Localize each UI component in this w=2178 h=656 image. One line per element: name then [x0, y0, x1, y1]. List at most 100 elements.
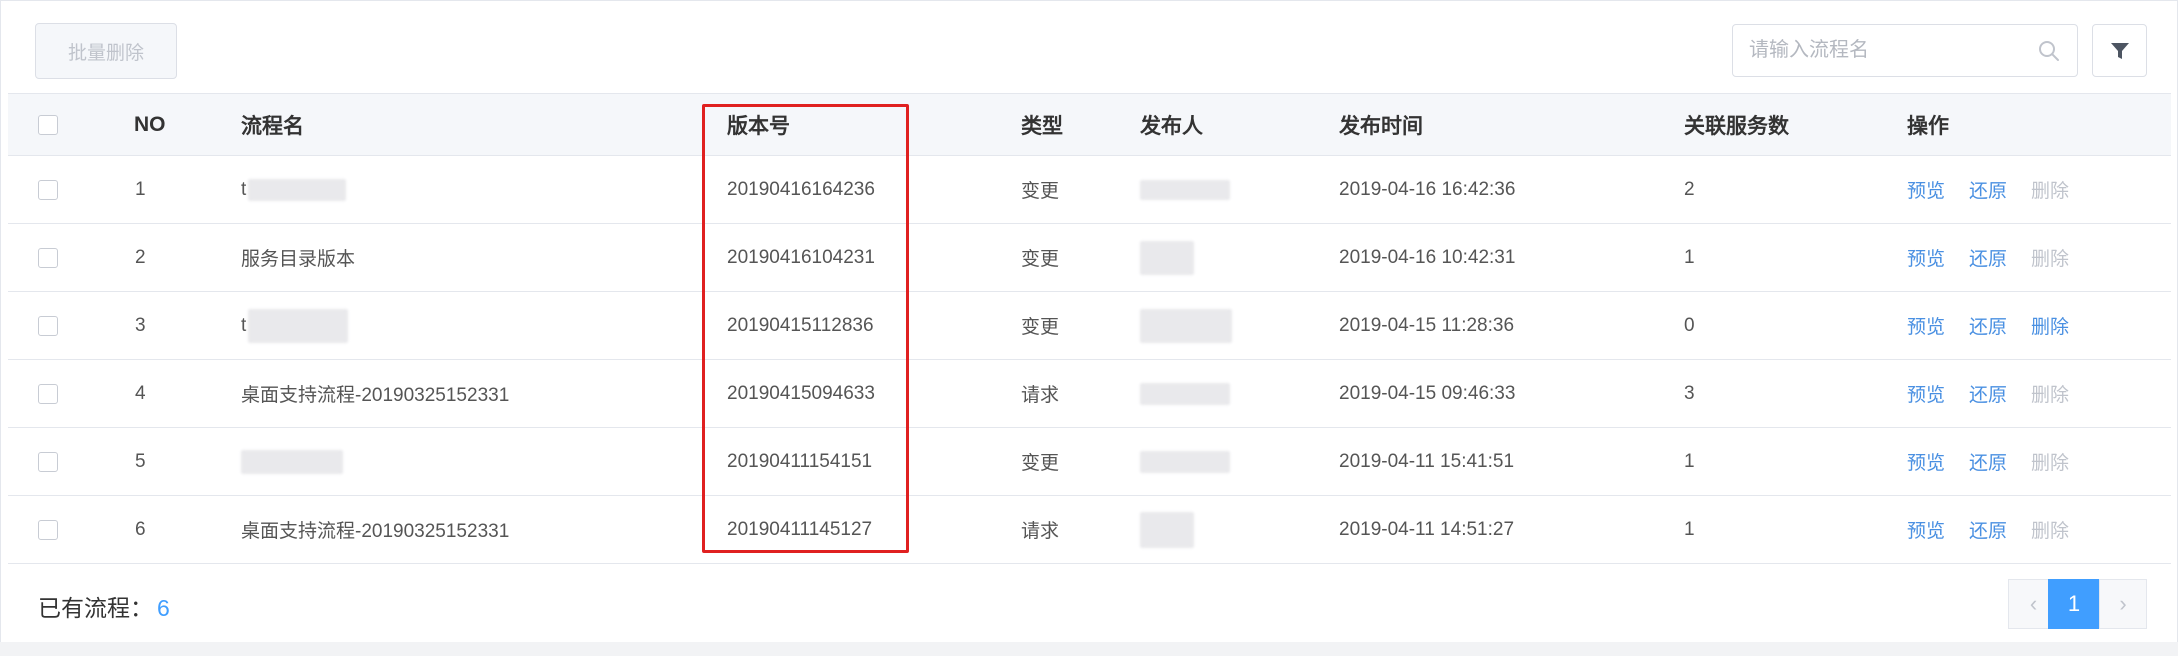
row-name: 服务目录版本	[241, 249, 356, 270]
row-actions: 预览 还原 删除	[1907, 224, 2093, 291]
row-service-count: 1	[1684, 450, 1695, 472]
table-row: 4 桌面支持流程-20190325152331 20190415094633 请…	[8, 360, 2171, 428]
row-version: 20190416164236	[727, 178, 875, 200]
row-publisher	[1140, 224, 1194, 291]
row-publisher	[1140, 496, 1194, 563]
row-publisher	[1140, 156, 1230, 223]
process-count: 已有流程： 6	[38, 589, 170, 623]
row-publish-time: 2019-04-11 15:41:51	[1339, 450, 1515, 472]
table-row: 2 服务目录版本 20190416104231 变更 2019-04-16 10…	[8, 224, 2171, 292]
redacted-blur	[1140, 382, 1230, 405]
row-version: 20190416104231	[727, 246, 875, 268]
chevron-right-icon: ›	[2119, 591, 2127, 616]
row-service-count: 2	[1684, 178, 1695, 200]
row-actions: 预览 还原 删除	[1907, 496, 2093, 563]
row-name: t	[241, 292, 349, 359]
preview-link[interactable]: 预览	[1907, 516, 1945, 543]
row-actions: 预览 还原 删除	[1907, 156, 2093, 223]
redacted-blur	[1140, 240, 1194, 275]
table-row: 5 20190411154151 变更 2019-04-11 15:41:51 …	[8, 428, 2171, 496]
redacted-blur	[248, 178, 347, 201]
row-publisher	[1140, 360, 1230, 427]
row-no: 4	[135, 382, 146, 404]
row-version: 20190411154151	[727, 450, 873, 472]
header-type: 类型	[1021, 114, 1063, 138]
delete-link: 删除	[2031, 521, 2070, 542]
preview-link[interactable]: 预览	[1907, 448, 1945, 475]
header-publish-time: 发布时间	[1339, 114, 1423, 138]
restore-link[interactable]: 还原	[1969, 312, 2007, 339]
row-service-count: 3	[1684, 382, 1695, 404]
row-name-text: t	[241, 314, 247, 336]
table-row: 6 桌面支持流程-20190325152331 20190411145127 请…	[8, 496, 2171, 564]
preview-link[interactable]: 预览	[1907, 244, 1945, 271]
row-name: 桌面支持流程-20190325152331	[241, 521, 510, 542]
preview-link[interactable]: 预览	[1907, 380, 1945, 407]
batch-delete-button[interactable]: 批量删除	[35, 23, 177, 79]
row-no: 1	[135, 178, 146, 200]
row-no: 6	[135, 518, 146, 540]
row-service-count: 0	[1684, 314, 1695, 336]
delete-link: 删除	[2031, 385, 2070, 406]
search-input[interactable]	[1749, 39, 2029, 62]
row-version: 20190411145127	[727, 518, 873, 540]
select-all-checkbox[interactable]	[38, 114, 58, 135]
table-row: 1 t 20190416164236 变更 2019-04-16 16:42:3…	[8, 156, 2171, 224]
row-actions: 预览 还原 删除	[1907, 428, 2093, 495]
row-publish-time: 2019-04-15 09:46:33	[1339, 382, 1516, 404]
filter-icon	[2110, 42, 2129, 59]
delete-link: 删除	[2031, 249, 2070, 270]
redacted-blur	[1140, 308, 1232, 343]
preview-link[interactable]: 预览	[1907, 176, 1945, 203]
redacted-blur	[1140, 179, 1230, 200]
row-checkbox[interactable]	[38, 247, 58, 268]
next-page-button[interactable]: ›	[2099, 579, 2147, 629]
process-table: NO 流程名 版本号 类型 发布人 发布时间 关联服务数 操作 1 t 2019…	[8, 93, 2171, 564]
process-count-value: 6	[157, 595, 170, 621]
row-service-count: 1	[1684, 246, 1695, 268]
row-publish-time: 2019-04-16 10:42:31	[1339, 246, 1516, 268]
restore-link[interactable]: 还原	[1969, 244, 2007, 271]
search-box[interactable]	[1732, 24, 2078, 77]
row-type: 请求	[1021, 385, 1060, 406]
row-no: 2	[135, 246, 146, 268]
header-publisher: 发布人	[1140, 114, 1203, 138]
bottom-strip	[0, 642, 2178, 656]
restore-link[interactable]: 还原	[1969, 176, 2007, 203]
row-no: 3	[135, 314, 146, 336]
redacted-blur	[241, 449, 343, 474]
row-name: 桌面支持流程-20190325152331	[241, 385, 510, 406]
row-publisher	[1140, 428, 1230, 495]
row-version: 20190415112836	[727, 314, 874, 336]
restore-link[interactable]: 还原	[1969, 516, 2007, 543]
process-count-label: 已有流程：	[38, 595, 153, 621]
header-actions: 操作	[1907, 114, 1949, 138]
row-actions: 预览 还原 删除	[1907, 360, 2093, 427]
row-name-text: t	[241, 178, 247, 200]
row-name: t	[241, 156, 347, 223]
restore-link[interactable]: 还原	[1969, 380, 2007, 407]
filter-button[interactable]	[2092, 24, 2147, 77]
delete-link: 删除	[2031, 453, 2070, 474]
row-checkbox[interactable]	[38, 519, 58, 540]
preview-link[interactable]: 预览	[1907, 312, 1945, 339]
delete-link[interactable]: 删除	[2031, 312, 2069, 339]
table-row: 3 t 20190415112836 变更 2019-04-15 11:28:3…	[8, 292, 2171, 360]
table-header-row: NO 流程名 版本号 类型 发布人 发布时间 关联服务数 操作	[8, 94, 2171, 156]
page-button-current[interactable]: 1	[2048, 579, 2100, 629]
row-type: 变更	[1021, 317, 1060, 338]
restore-link[interactable]: 还原	[1969, 448, 2007, 475]
row-checkbox[interactable]	[38, 315, 58, 336]
header-version: 版本号	[727, 114, 790, 138]
row-checkbox[interactable]	[38, 179, 58, 200]
row-checkbox[interactable]	[38, 451, 58, 472]
delete-link: 删除	[2031, 181, 2070, 202]
header-no: NO	[134, 112, 166, 136]
row-no: 5	[135, 450, 146, 472]
redacted-blur	[248, 308, 349, 343]
row-checkbox[interactable]	[38, 383, 58, 404]
row-type: 变更	[1021, 249, 1060, 270]
row-name	[241, 428, 343, 495]
search-icon[interactable]	[2037, 39, 2061, 63]
row-publish-time: 2019-04-16 16:42:36	[1339, 178, 1516, 200]
